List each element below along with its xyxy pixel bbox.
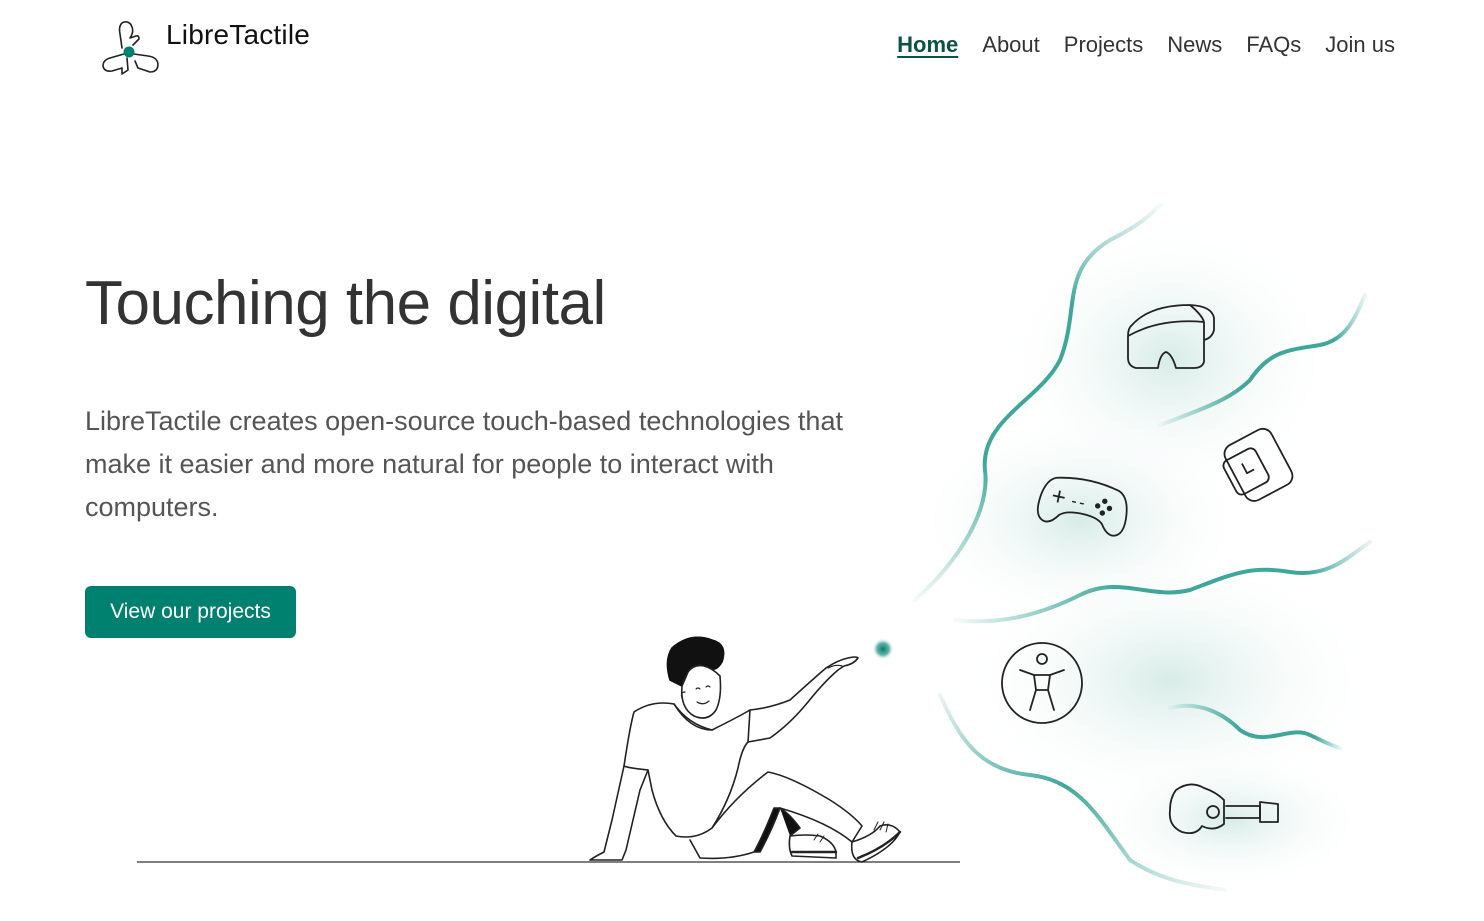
libretactile-logo-icon xyxy=(102,21,159,75)
site-header: LibreTactile Home About Projects News FA… xyxy=(0,0,1484,95)
smartwatch-icon xyxy=(1222,427,1294,502)
nav-home[interactable]: Home xyxy=(897,32,958,58)
person-figure xyxy=(589,636,902,863)
guitar-icon xyxy=(1168,783,1279,835)
mist-clouds xyxy=(910,220,1380,890)
gamepad-icon xyxy=(1036,476,1128,537)
wave-lines xyxy=(913,203,1372,892)
nav-about[interactable]: About xyxy=(982,32,1040,58)
nav-projects[interactable]: Projects xyxy=(1064,32,1143,58)
hero-title: Touching the digital xyxy=(85,269,606,338)
nav-news[interactable]: News xyxy=(1167,32,1222,58)
nav-faqs[interactable]: FAQs xyxy=(1246,32,1301,58)
hero-description: LibreTactile creates open-source touch-b… xyxy=(85,406,843,522)
touch-point-dot xyxy=(872,638,894,660)
nav-join-us[interactable]: Join us xyxy=(1325,32,1395,58)
vr-headset-icon xyxy=(1127,304,1215,369)
brand-name: LibreTactile xyxy=(166,19,311,50)
brand-home-link[interactable]: LibreTactile xyxy=(100,18,310,76)
accessibility-icon xyxy=(1001,642,1083,724)
main-nav: Home About Projects News FAQs Join us xyxy=(897,32,1395,58)
view-projects-button[interactable]: View our projects xyxy=(85,586,296,638)
